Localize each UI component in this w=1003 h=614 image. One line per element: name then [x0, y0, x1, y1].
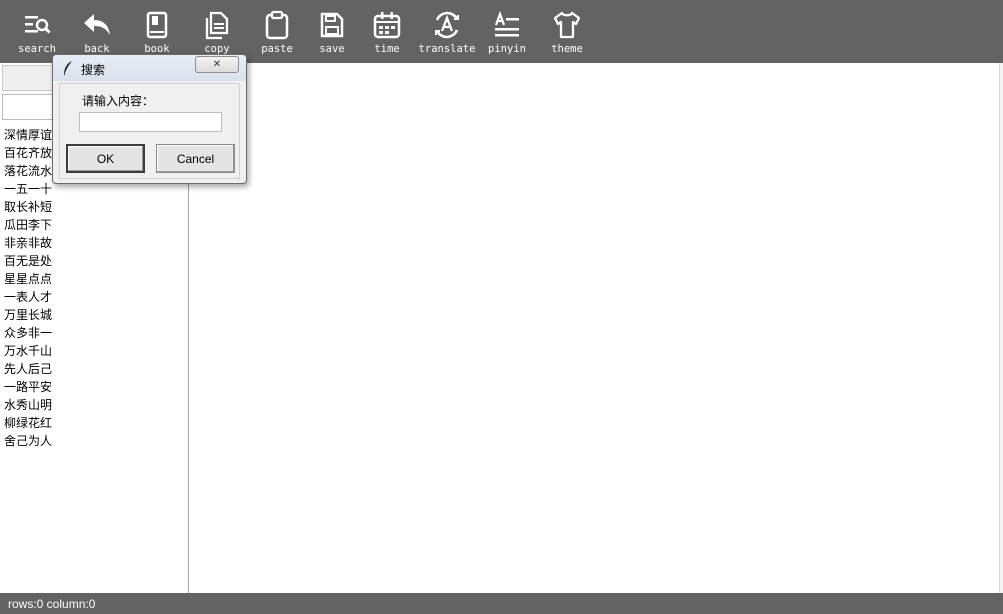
vertical-scrollbar[interactable] [999, 63, 1003, 593]
paste-button-label: paste [261, 43, 293, 55]
tshirt-icon [553, 11, 581, 39]
idiom-list-item[interactable]: 星星点点 [4, 270, 52, 288]
idiom-list-item[interactable]: 瓜田李下 [4, 216, 52, 234]
dialog-title: 搜索 [81, 63, 106, 77]
pinyin-button-label: pinyin [488, 43, 526, 55]
feather-icon [64, 61, 72, 75]
idiom-list-item[interactable]: 先人后己 [4, 360, 52, 378]
content-area[interactable] [189, 63, 1003, 593]
idiom-list-item[interactable]: 众多非一 [4, 324, 52, 342]
dialog-titlebar[interactable]: 搜索 ✕ [53, 55, 246, 81]
save-icon [320, 12, 344, 38]
translate-button[interactable]: translate [417, 0, 477, 63]
dialog-close-button[interactable]: ✕ [195, 56, 239, 73]
idiom-list-item[interactable]: 深情厚谊 [4, 126, 52, 144]
translate-icon [435, 11, 459, 39]
book-icon [146, 11, 168, 39]
search-button-label: search [18, 43, 56, 55]
theme-button[interactable]: theme [547, 0, 587, 63]
status-text: rows:0 column:0 [8, 597, 96, 611]
idiom-list-item[interactable]: 柳绿花红 [4, 414, 52, 432]
translate-button-label: translate [418, 43, 476, 55]
cancel-button[interactable]: Cancel [156, 144, 235, 173]
close-icon: ✕ [212, 59, 222, 70]
search-dialog: 搜索 ✕ 请输入内容： OK Cancel [52, 54, 247, 184]
theme-button-label: theme [551, 43, 583, 55]
clipboard-icon [265, 10, 289, 40]
idiom-list-item[interactable]: 百无是处 [4, 252, 52, 270]
idiom-list-item[interactable]: 落花流水 [4, 162, 52, 180]
idiom-list: 深情厚谊 百花齐放 落花流水 一五一十 取长补短 瓜田李下 非亲非故 百无是处 星星点点 一表人才… [4, 126, 52, 450]
ok-button[interactable]: OK [66, 144, 145, 173]
idiom-list-item[interactable]: 水秀山明 [4, 396, 52, 414]
time-button-label: time [374, 43, 400, 55]
search-icon [25, 16, 51, 34]
paste-button[interactable]: paste [257, 0, 297, 63]
save-button-label: save [319, 43, 345, 55]
idiom-list-item[interactable]: 非亲非故 [4, 234, 52, 252]
back-arrow-icon [84, 14, 110, 35]
search-button[interactable]: search [17, 0, 57, 63]
idiom-list-item[interactable]: 一路平安 [4, 378, 52, 396]
dialog-search-input[interactable] [79, 112, 222, 132]
calendar-icon [373, 12, 401, 39]
idiom-list-item[interactable]: 取长补短 [4, 198, 52, 216]
text-align-icon [494, 10, 519, 37]
idiom-list-item[interactable]: 一表人才 [4, 288, 52, 306]
idiom-list-item[interactable]: 百花齐放 [4, 144, 52, 162]
dialog-body: 请输入内容： OK Cancel [59, 83, 240, 179]
idiom-list-item[interactable]: 万水千山 [4, 342, 52, 360]
idiom-list-item[interactable]: 万里长城 [4, 306, 52, 324]
dialog-prompt: 请输入内容： [82, 94, 155, 108]
idiom-list-item[interactable]: 舍己为人 [4, 432, 52, 450]
idiom-list-item[interactable]: 一五一十 [4, 180, 52, 198]
copy-icon [205, 11, 229, 40]
save-button[interactable]: save [312, 0, 352, 63]
status-bar: rows:0 column:0 [0, 593, 1003, 614]
time-button[interactable]: time [367, 0, 407, 63]
pinyin-button[interactable]: pinyin [487, 0, 527, 63]
